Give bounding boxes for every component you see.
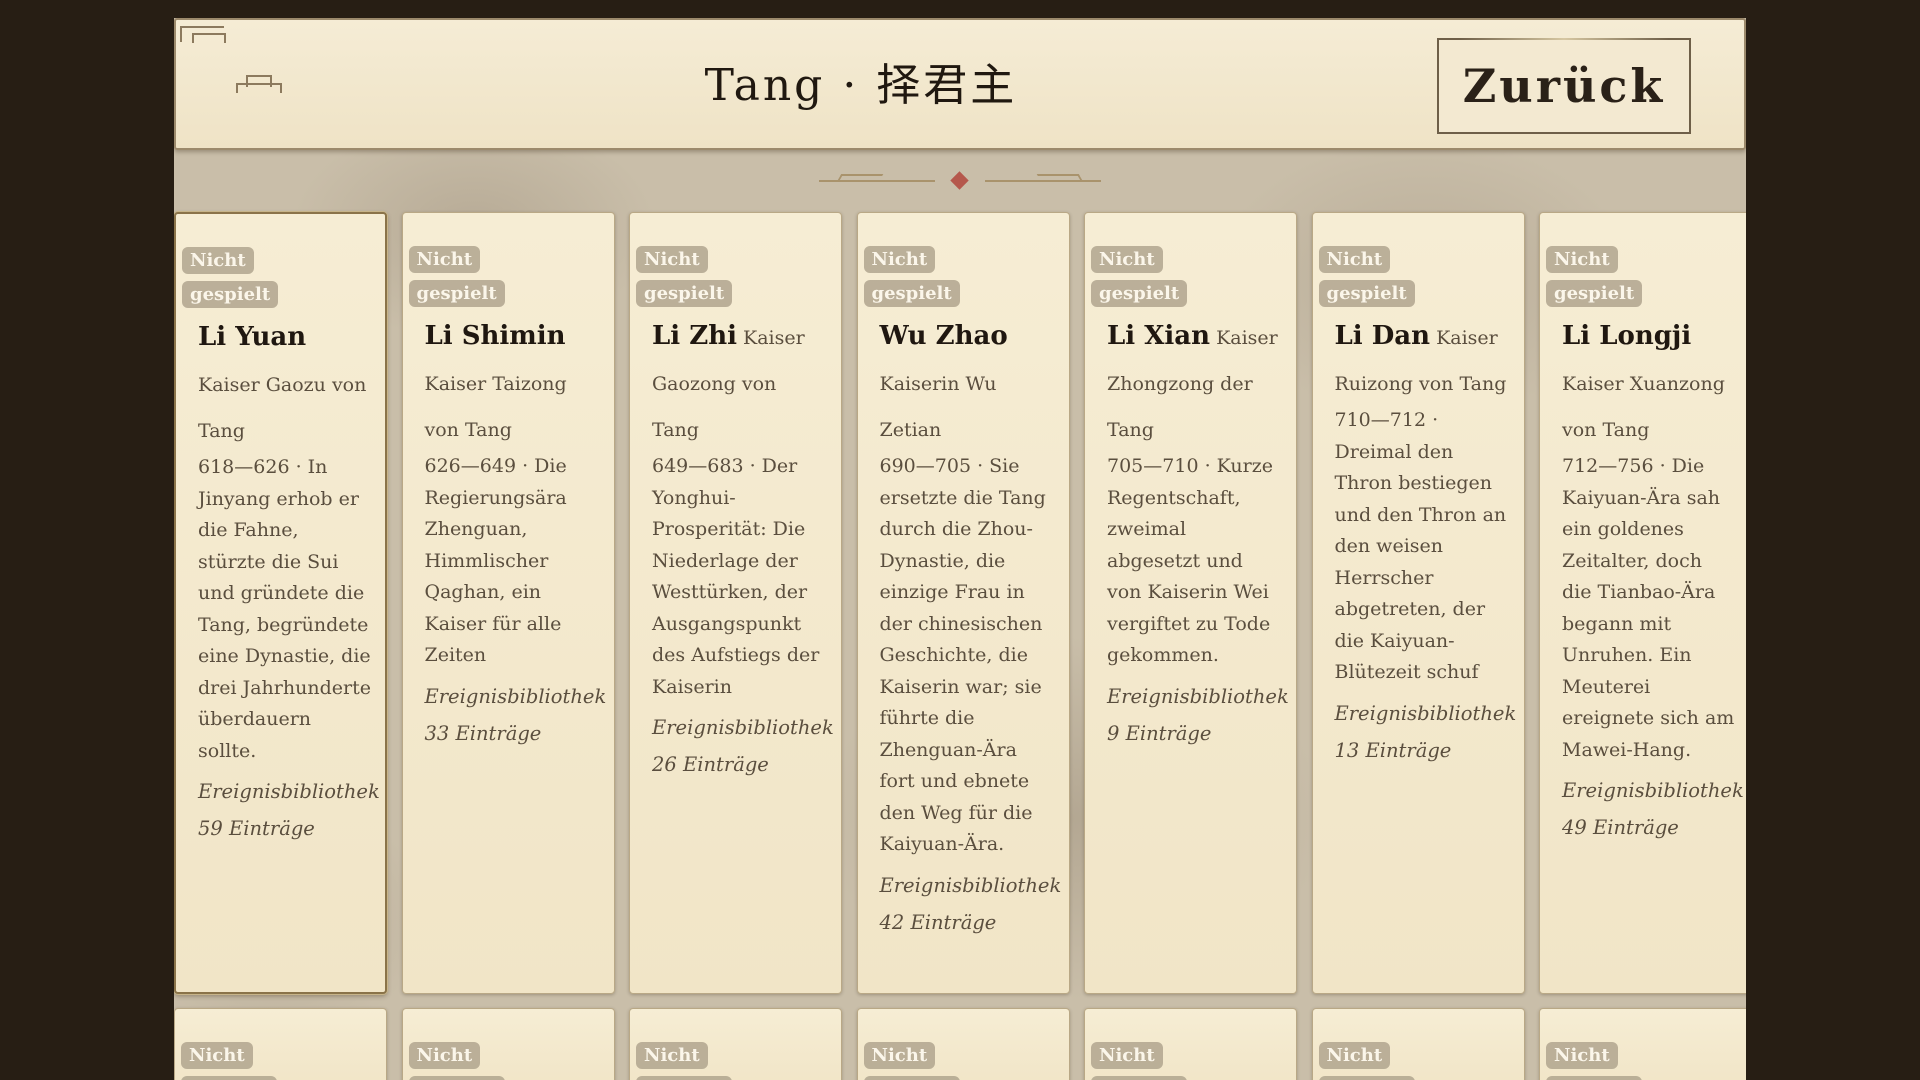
emperor-card[interactable]: Nicht gespielt Li Xian Kaiser Zhongzong d… (1084, 212, 1297, 994)
status-badge: Nicht gespielt (636, 1042, 733, 1080)
status-badge: Nicht gespielt (1546, 246, 1643, 307)
status-badge-wrap: Nicht gespielt (1318, 1039, 1415, 1080)
emperor-title: Kaiserin Wu Zetian (879, 373, 997, 441)
status-badge-wrap: Nicht gespielt (863, 243, 960, 311)
emperor-name-block: Li Shimin Kaiser Taizong von Tang (417, 313, 600, 453)
status-badge: Nicht gespielt (1091, 1042, 1188, 1080)
event-library-count: Ereignisbibliothek 42 Einträge (879, 873, 1062, 934)
event-library-count: Ereignisbibliothek 33 Einträge (424, 684, 607, 745)
emperor-name: Li Longji (1562, 321, 1692, 351)
emperor-name: Li Zhi (652, 321, 737, 351)
emperor-description: 649—683 · Der Yonghui-Prosperität: Die N… (652, 455, 820, 698)
status-badge: Nicht gespielt (408, 1042, 505, 1080)
status-badge: Nicht gespielt (1091, 246, 1188, 307)
status-badge: Nicht gespielt (863, 1042, 960, 1080)
emperor-title: Kaiser Taizong von Tang (424, 373, 567, 441)
emperor-card[interactable]: Nicht gespielt (1084, 1008, 1297, 1080)
emperor-name-block: Li Zhi Kaiser Gaozong von Tang (644, 313, 827, 453)
status-badge-wrap: Nicht gespielt (1546, 1039, 1643, 1080)
emperor-name: Wu Zhao (879, 321, 1008, 351)
emperor-description: 626—649 · Die Regierungsära Zhenguan, Hi… (424, 455, 567, 666)
emperor-card[interactable]: Nicht gespielt (1311, 1008, 1525, 1080)
emperor-description: 710—712 · Dreimal den Thron bestiegen un… (1334, 409, 1507, 683)
status-badge-wrap: Nicht gespielt (863, 1039, 960, 1080)
status-badge-wrap: Nicht gespielt (1318, 243, 1415, 311)
status-badge-wrap: Nicht gespielt (181, 1039, 278, 1080)
event-library-count: Ereignisbibliothek 13 Einträge (1334, 701, 1517, 762)
emperor-card[interactable]: Nicht gespielt (629, 1008, 842, 1080)
divider-line-left (819, 180, 935, 182)
emperor-name: Li Shimin (424, 321, 566, 351)
status-badge-wrap: Nicht gespielt (182, 244, 279, 312)
status-badge: Nicht gespielt (1546, 1042, 1643, 1080)
status-badge: Nicht gespielt (863, 246, 960, 307)
status-badge: Nicht gespielt (1318, 1042, 1415, 1080)
diamond-icon (950, 171, 969, 190)
emperor-description: 690—705 · Sie ersetzte die Tang durch di… (879, 455, 1046, 855)
status-badge-wrap: Nicht gespielt (1091, 1039, 1188, 1080)
game-panel: Tang · 择君主 Zurück Nicht gespielt Li Yuan … (174, 18, 1746, 1080)
ornamental-divider (819, 168, 1101, 192)
emperor-name: Li Xian (1107, 321, 1211, 351)
status-badge-wrap: Nicht gespielt (408, 243, 505, 311)
emperor-description: 712—756 · Die Kaiyuan-Ära sah ein golden… (1562, 455, 1735, 761)
status-badge: Nicht gespielt (636, 246, 733, 307)
emperor-name-block: Li Longji Kaiser Xuanzong von Tang (1554, 313, 1737, 453)
status-badge-wrap: Nicht gespielt (408, 1039, 505, 1080)
emperor-card[interactable]: Nicht gespielt Li Longji Kaiser Xuanzong … (1539, 212, 1746, 994)
status-badge-wrap: Nicht gespielt (636, 1039, 733, 1080)
emperor-card[interactable]: Nicht gespielt (856, 1008, 1070, 1080)
emperor-name-block: Li Dan Kaiser Ruizong von Tang (1327, 313, 1510, 407)
event-library-count: Ereignisbibliothek 59 Einträge (198, 780, 380, 840)
header-bar: Tang · 择君主 Zurück (174, 18, 1746, 150)
status-badge: Nicht gespielt (182, 247, 279, 308)
status-badge-wrap: Nicht gespielt (1091, 243, 1188, 311)
status-badge-wrap: Nicht gespielt (1546, 243, 1643, 311)
emperor-card-grid: Nicht gespielt Li Yuan Kaiser Gaozu von T… (174, 212, 1746, 1080)
event-library-count: Ereignisbibliothek 49 Einträge (1562, 779, 1744, 839)
emperor-description: 618—626 · In Jinyang erhob er die Fahne,… (198, 456, 371, 762)
emperor-card[interactable]: Nicht gespielt Li Yuan Kaiser Gaozu von T… (174, 212, 387, 994)
emperor-name-block: Wu Zhao Kaiserin Wu Zetian (872, 313, 1055, 453)
status-badge: Nicht gespielt (1318, 246, 1415, 307)
emperor-name-block: Li Yuan Kaiser Gaozu von Tang (190, 314, 371, 454)
emperor-card[interactable]: Nicht gespielt Li Shimin Kaiser Taizong v… (401, 212, 615, 994)
status-badge-wrap: Nicht gespielt (636, 243, 733, 311)
emperor-card[interactable]: Nicht gespielt (1539, 1008, 1746, 1080)
emperor-card[interactable]: Nicht gespielt (401, 1008, 615, 1080)
emperor-name: Li Yuan (198, 322, 307, 352)
emperor-card[interactable]: Nicht gespielt Li Zhi Kaiser Gaozong von … (629, 212, 842, 994)
status-badge: Nicht gespielt (408, 246, 505, 307)
emperor-card[interactable]: Nicht gespielt Wu Zhao Kaiserin Wu Zetian… (856, 212, 1070, 994)
divider-line-right (985, 180, 1101, 182)
emperor-name: Li Dan (1334, 321, 1431, 351)
emperor-card[interactable]: Nicht gespielt (174, 1008, 387, 1080)
emperor-card[interactable]: Nicht gespielt Li Dan Kaiser Ruizong von … (1311, 212, 1525, 994)
event-library-count: Ereignisbibliothek 26 Einträge (652, 716, 834, 776)
emperor-title: Kaiser Xuanzong von Tang (1562, 373, 1725, 441)
emperor-name-block: Li Xian Kaiser Zhongzong der Tang (1099, 313, 1282, 453)
status-badge: Nicht gespielt (181, 1042, 278, 1080)
emperor-title: Kaiser Gaozu von Tang (198, 374, 367, 442)
event-library-count: Ereignisbibliothek 9 Einträge (1107, 684, 1289, 745)
back-button[interactable]: Zurück (1437, 38, 1691, 134)
page-title: Tang · 择君主 (704, 60, 1018, 111)
emperor-description: 705—710 · Kurze Regentschaft, zweimal ab… (1107, 455, 1273, 666)
